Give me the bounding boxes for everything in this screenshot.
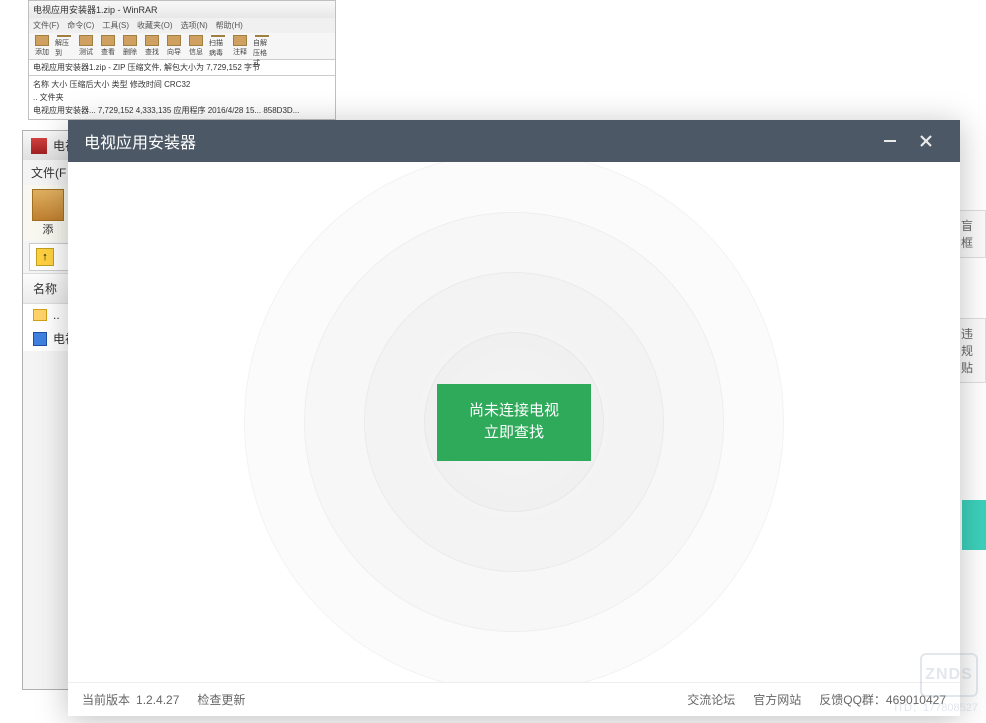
bg-small-menu-item: 帮助(H)	[216, 20, 243, 31]
bg-small-toolbar: 添加 解压到 测试 查看 删除 查找 向导 信息 扫描病毒 注释 自解压格式	[29, 33, 335, 59]
bg-small-tb-btn: 删除	[121, 35, 139, 57]
bg-small-tb-btn: 查找	[143, 35, 161, 57]
bg-small-title: 电视应用安装器1.zip - WinRAR	[29, 1, 335, 18]
forum-link[interactable]: 交流论坛	[687, 691, 735, 708]
bg-small-tb-btn: 扫描病毒	[209, 35, 227, 57]
bg-small-tb-btn: 解压到	[55, 35, 73, 57]
connect-tv-button[interactable]: 尚未连接电视 立即查找	[437, 384, 591, 461]
official-site-link[interactable]: 官方网站	[753, 691, 801, 708]
modal-body: 尚未连接电视 立即查找	[68, 162, 960, 682]
titlebar: 电视应用安装器	[68, 120, 960, 162]
winrar-icon	[31, 138, 47, 154]
bg-small-tb-btn: 注释	[231, 35, 249, 57]
close-icon	[919, 134, 933, 148]
close-button[interactable]	[908, 120, 944, 162]
bg-small-tb-btn: 向导	[165, 35, 183, 57]
bg-small-path: 电视应用安装器1.zip - ZIP 压缩文件, 解包大小为 7,729,152…	[29, 59, 335, 76]
background-winrar-small-window: 电视应用安装器1.zip - WinRAR 文件(F) 命令(C) 工具(S) …	[28, 0, 336, 120]
tv-installer-window: 电视应用安装器 尚未连接电视 立即查找 当前版本 1.2.4.27	[68, 120, 960, 716]
bg-small-menu-item: 文件(F)	[33, 20, 59, 31]
right-peek-teal-button	[962, 500, 986, 550]
connect-line2: 立即查找	[469, 422, 559, 445]
bg-small-menu-item: 收藏夹(O)	[137, 20, 173, 31]
bg-small-list-header: 名称 大小 压缩后大小 类型 修改时间 CRC32	[33, 78, 331, 91]
bg-small-list-row: 电视应用安装器... 7,729,152 4,333,135 应用程序 2016…	[33, 104, 331, 117]
folder-icon	[33, 309, 47, 321]
bg-small-tb-btn: 自解压格式	[253, 35, 271, 57]
bg-small-tb-btn: 查看	[99, 35, 117, 57]
exe-icon	[33, 332, 47, 346]
bg-small-menu-item: 选项(N)	[181, 20, 208, 31]
bg-small-tb-btn: 信息	[187, 35, 205, 57]
right-peek-item: 违规贴	[958, 318, 986, 383]
bg-small-tb-btn: 测试	[77, 35, 95, 57]
bg-mid-tb-btn: 添	[27, 189, 69, 237]
ripple-container: 尚未连接电视 立即查找	[204, 162, 824, 682]
connect-line1: 尚未连接电视	[469, 400, 559, 423]
bg-small-menu: 文件(F) 命令(C) 工具(S) 收藏夹(O) 选项(N) 帮助(H)	[29, 18, 335, 33]
bg-small-list-row: .. 文件夹	[33, 91, 331, 104]
bg-small-tb-btn: 添加	[33, 35, 51, 57]
version-label: 当前版本	[82, 691, 130, 708]
check-update-link[interactable]: 检查更新	[197, 691, 245, 708]
bg-small-menu-item: 命令(C)	[67, 20, 94, 31]
minimize-button[interactable]	[872, 120, 908, 162]
qq-group-label: 反馈QQ群：469010427	[819, 691, 946, 708]
modal-footer: 当前版本 1.2.4.27 检查更新 交流论坛 官方网站 反馈QQ群：46901…	[68, 682, 960, 716]
up-arrow-icon: ↑	[36, 248, 54, 266]
bg-small-menu-item: 工具(S)	[102, 20, 129, 31]
window-title: 电视应用安装器	[84, 129, 872, 153]
right-peek-item: 盲框	[958, 210, 986, 258]
version-value: 1.2.4.27	[136, 693, 179, 707]
qq-group-value: 469010427	[886, 693, 946, 707]
bg-small-list: 名称 大小 压缩后大小 类型 修改时间 CRC32 .. 文件夹 电视应用安装器…	[29, 76, 335, 119]
minimize-icon	[883, 134, 897, 148]
